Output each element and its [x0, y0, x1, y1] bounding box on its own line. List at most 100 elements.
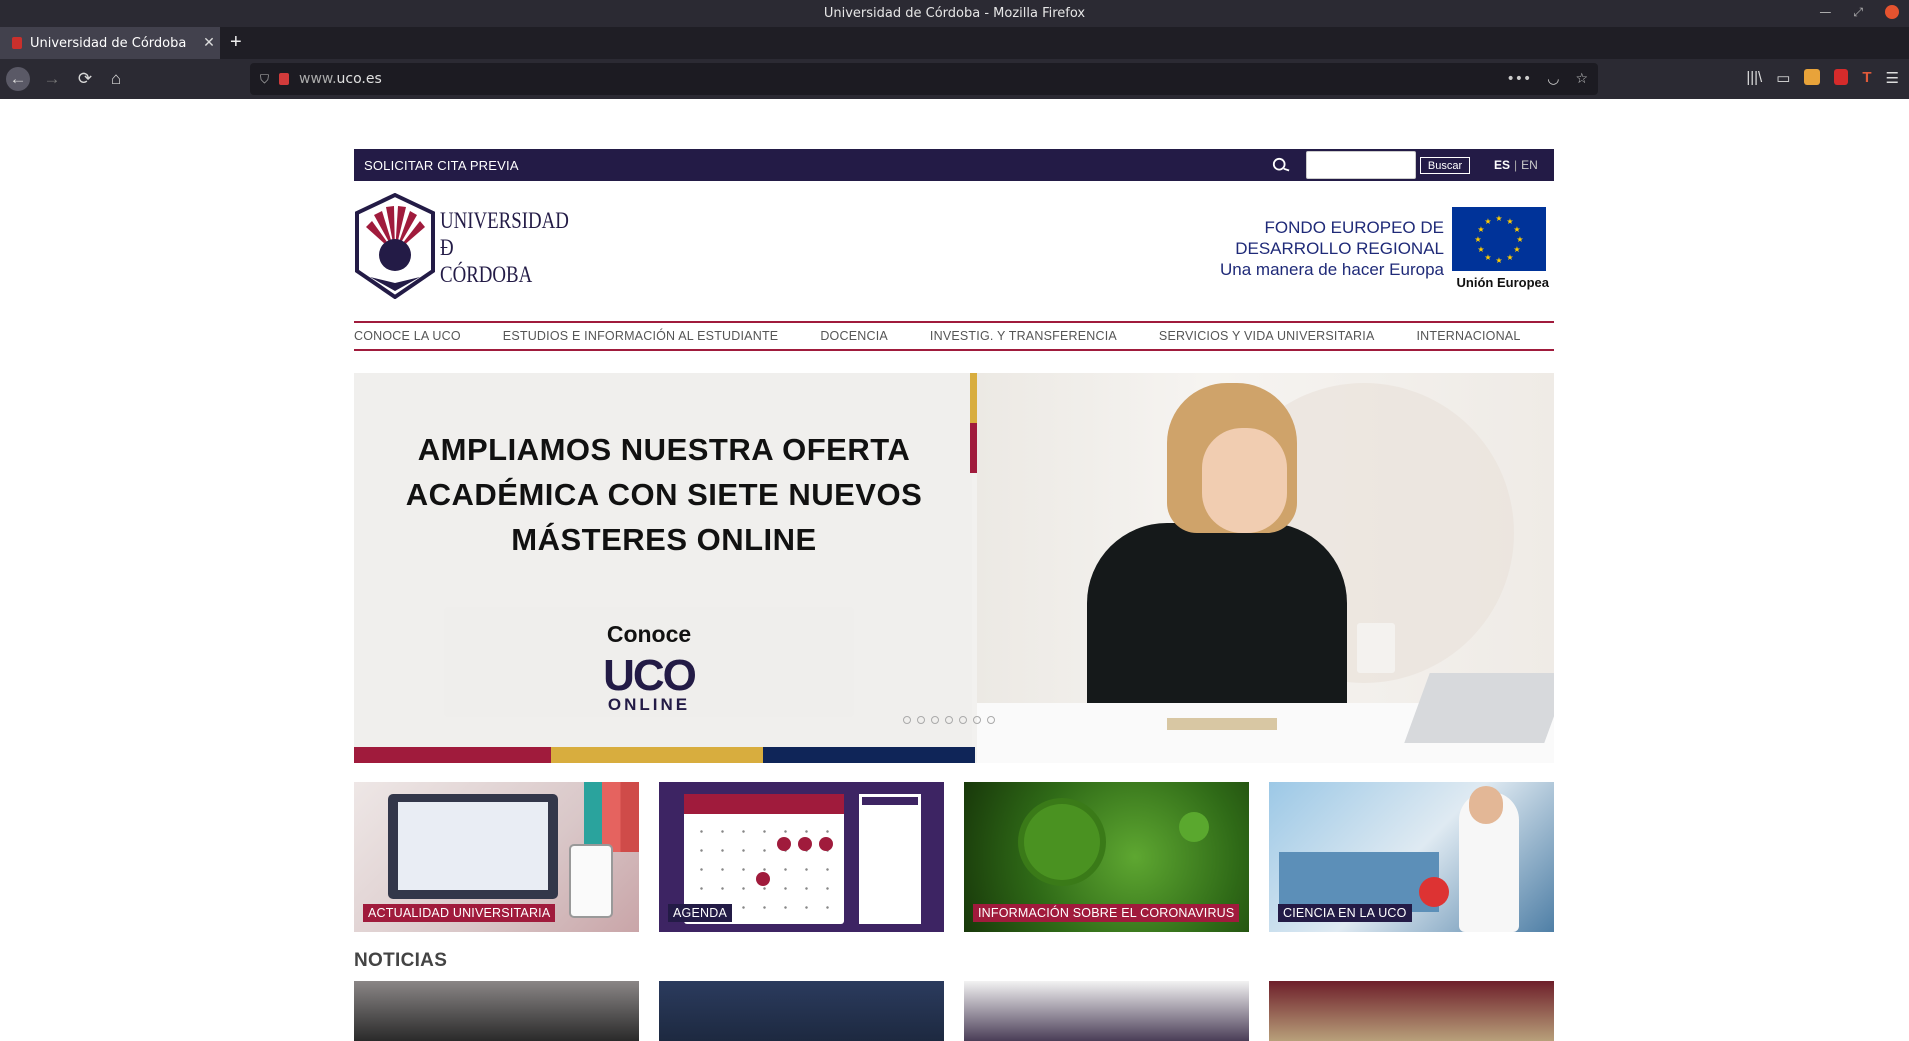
sidebar-icon[interactable]: ▭ [1776, 69, 1790, 87]
slider-dot[interactable] [931, 716, 939, 724]
feder-text: FONDO EUROPEO DE DESARROLLO REGIONAL Una… [1220, 217, 1444, 280]
photo-mug [1357, 623, 1395, 673]
site-header: UNIVERSIDAD Ð CÓRDOBA FONDO EUROPEO DE D… [354, 193, 1554, 303]
news-row [354, 981, 1554, 1041]
extension-t-icon[interactable]: T [1862, 69, 1871, 87]
slider-dot[interactable] [987, 716, 995, 724]
photo-notebook [1167, 718, 1277, 730]
search-input[interactable] [1306, 151, 1416, 179]
lab-scientist-head [1469, 786, 1503, 824]
home-button[interactable]: ⌂ [104, 67, 128, 91]
nav-conoce-la-uco[interactable]: CONOCE LA UCO [354, 329, 461, 343]
new-tab-button[interactable]: + [230, 31, 242, 54]
page-actions-icon[interactable]: ••• [1506, 71, 1531, 87]
slider-dot[interactable] [903, 716, 911, 724]
hero-slider[interactable]: AMPLIAMOS NUESTRA OFERTA ACADÉMICA CON S… [354, 373, 1554, 763]
card1-phone [569, 844, 613, 918]
stripe-red [354, 747, 551, 763]
utility-bar: SOLICITAR CITA PREVIA Buscar ES | EN [354, 149, 1554, 181]
menu-icon[interactable]: ☰ [1886, 69, 1899, 87]
hero-line-3: MÁSTERES ONLINE [511, 522, 817, 557]
logo-line-2: Ð [440, 235, 454, 260]
tab-label: Universidad de Córdoba [30, 35, 187, 51]
solicitar-cita-link[interactable]: SOLICITAR CITA PREVIA [364, 158, 519, 173]
photo-laptop [1404, 673, 1554, 743]
pocket-icon[interactable]: ◡ [1547, 71, 1559, 87]
library-icon[interactable]: |||\ [1746, 69, 1762, 87]
window-titlebar: Universidad de Córdoba - Mozilla Firefox… [0, 0, 1909, 27]
nav-investigacion[interactable]: INVESTIG. Y TRANSFERENCIA [930, 329, 1117, 343]
card-label: AGENDA [668, 904, 732, 922]
stripe-gold [551, 747, 763, 763]
tab-uco[interactable]: Universidad de Córdoba ✕ [0, 27, 220, 59]
accent-bar-gold [970, 373, 977, 423]
calendar-event-list [859, 794, 921, 924]
calendar-highlight [777, 837, 791, 851]
extension-icon[interactable] [1804, 69, 1821, 85]
svg-text:★: ★ [1495, 214, 1502, 223]
back-button[interactable]: ← [6, 67, 30, 91]
card-ciencia[interactable]: CIENCIA EN LA UCO [1269, 782, 1554, 932]
close-tab-icon[interactable]: ✕ [198, 35, 220, 51]
card-coronavirus[interactable]: INFORMACIÓN SOBRE EL CORONAVIRUS [964, 782, 1249, 932]
urlbar-actions: ••• ◡ ☆ [1506, 71, 1588, 87]
svg-text:★: ★ [1506, 253, 1513, 262]
feder-line-3: Una manera de hacer Europa [1220, 260, 1444, 279]
slider-dot[interactable] [959, 716, 967, 724]
card-actualidad[interactable]: ACTUALIDAD UNIVERSITARIA [354, 782, 639, 932]
slider-dot[interactable] [917, 716, 925, 724]
extension-lock-icon[interactable] [1834, 69, 1849, 85]
virus-graphic-small [1179, 812, 1209, 842]
calendar-header [684, 794, 844, 814]
lang-es-link[interactable]: ES [1494, 158, 1510, 172]
maximize-icon[interactable]: ⤢ [1853, 5, 1863, 20]
svg-text:★: ★ [1513, 225, 1520, 234]
nav-estudios[interactable]: ESTUDIOS E INFORMACIÓN AL ESTUDIANTE [503, 329, 779, 343]
search-button[interactable]: Buscar [1420, 157, 1470, 174]
feder-line-1: FONDO EUROPEO DE [1264, 218, 1444, 237]
nav-internacional[interactable]: INTERNACIONAL [1416, 329, 1520, 343]
nav-servicios[interactable]: SERVICIOS Y VIDA UNIVERSITARIA [1159, 329, 1375, 343]
main-navigation: CONOCE LA UCO ESTUDIOS E INFORMACIÓN AL … [354, 321, 1554, 351]
insecure-lock-icon[interactable] [279, 73, 290, 85]
tracking-shield-icon[interactable]: ⛉ [260, 72, 269, 87]
hero-line-2: ACADÉMICA CON SIETE NUEVOS [405, 477, 923, 512]
news-item[interactable] [354, 981, 639, 1041]
language-switch: ES | EN [1494, 158, 1538, 172]
calendar-highlight [798, 837, 812, 851]
uco-online-promo[interactable]: Conoce UCO ONLINE [444, 607, 854, 717]
virus-graphic [1024, 804, 1100, 880]
news-item[interactable] [1269, 981, 1554, 1041]
slider-dots [903, 716, 995, 724]
nav-docencia[interactable]: DOCENCIA [820, 329, 888, 343]
uco-shield-logo[interactable] [354, 193, 436, 299]
calendar-grid [691, 822, 837, 917]
news-item[interactable] [659, 981, 944, 1041]
promo-conoce: Conoce [606, 621, 692, 647]
toolbar-right: |||\ ▭ T ☰ [1746, 69, 1899, 87]
lab-rack [1279, 852, 1439, 912]
card1-binders [584, 782, 639, 852]
card-label: ACTUALIDAD UNIVERSITARIA [363, 904, 556, 922]
promo-online: ONLINE [607, 695, 691, 714]
reload-button[interactable]: ⟳ [73, 67, 97, 91]
hero-headline: AMPLIAMOS NUESTRA OFERTA ACADÉMICA CON S… [384, 427, 944, 562]
stripe-navy [763, 747, 975, 763]
lang-en-link[interactable]: EN [1521, 158, 1538, 172]
slider-dot[interactable] [945, 716, 953, 724]
address-bar[interactable]: ⛉ www.uco.es ••• ◡ ☆ [250, 63, 1598, 95]
close-window-icon[interactable] [1885, 5, 1899, 19]
card-label: CIENCIA EN LA UCO [1278, 904, 1412, 922]
minimize-icon[interactable]: — [1819, 5, 1831, 20]
bookmark-star-icon[interactable]: ☆ [1575, 71, 1588, 87]
forward-button[interactable]: → [40, 67, 64, 91]
calendar-highlight [756, 872, 770, 886]
uco-wordmark[interactable]: UNIVERSIDAD Ð CÓRDOBA [440, 207, 569, 288]
slider-dot[interactable] [973, 716, 981, 724]
url-text[interactable]: www.uco.es [299, 71, 382, 87]
logo-line-1: UNIVERSIDAD [440, 208, 569, 233]
news-item[interactable] [964, 981, 1249, 1041]
news-heading: NOTICIAS [354, 950, 448, 971]
card-agenda[interactable]: AGENDA [659, 782, 944, 932]
svg-text:★: ★ [1477, 245, 1484, 254]
